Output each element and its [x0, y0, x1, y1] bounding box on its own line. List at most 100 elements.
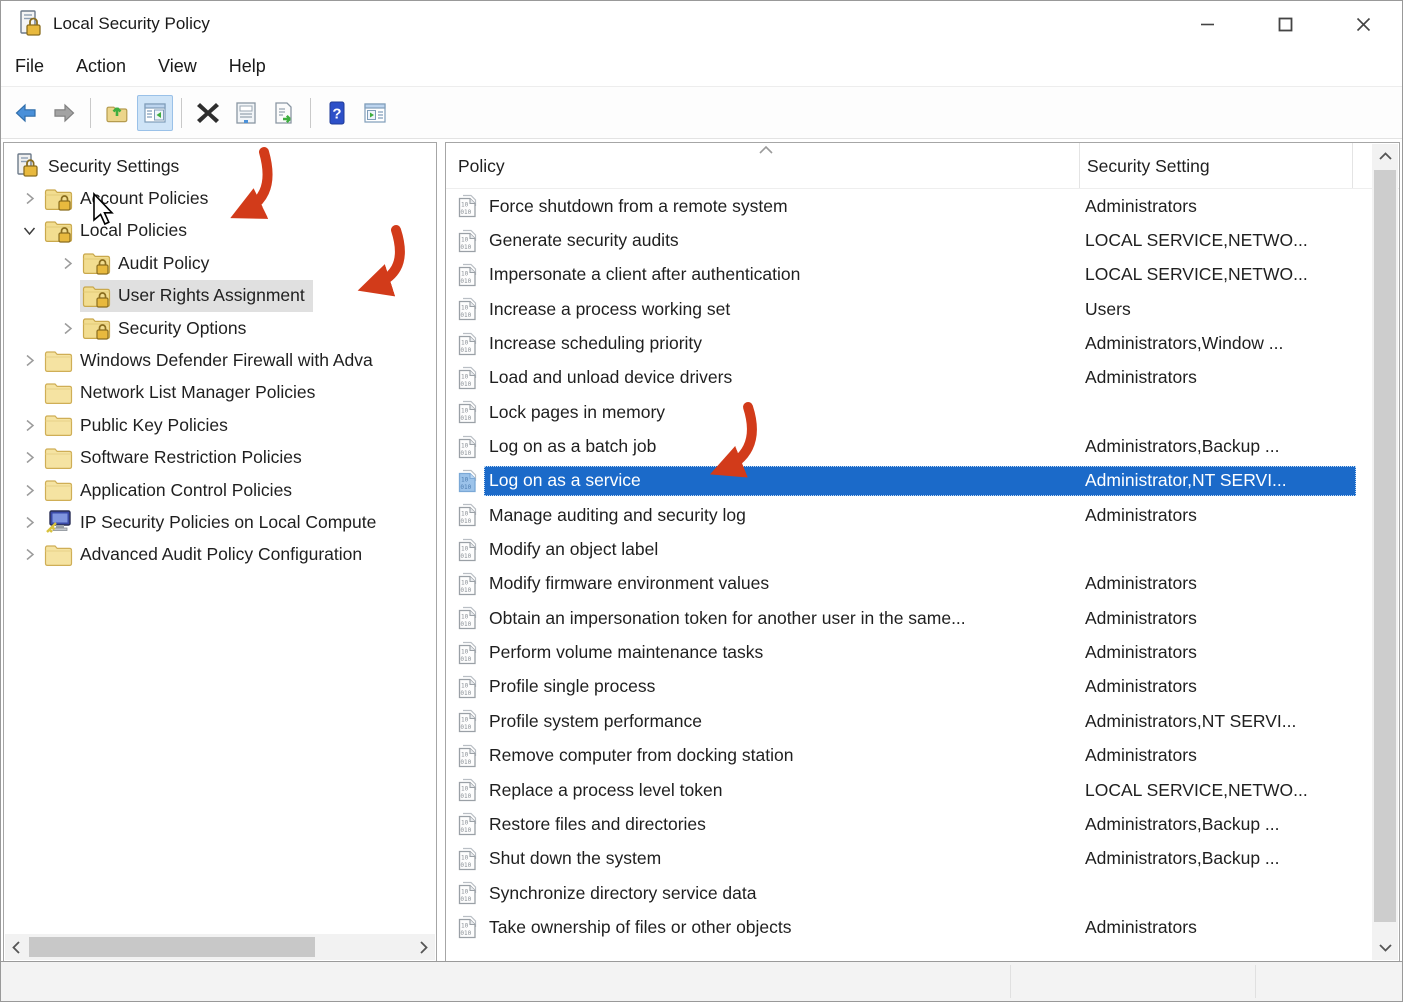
policy-row-modify-an-object-label[interactable]: 10 010 Modify an object label [446, 532, 1399, 566]
column-divider[interactable] [1079, 143, 1080, 188]
expander-icon[interactable] [54, 320, 80, 336]
policy-row-obtain-an-impersonation-token-for-anothe[interactable]: 10 010 Obtain an impersonation token for… [446, 601, 1399, 635]
svg-text:010: 010 [460, 244, 471, 251]
scroll-right-icon[interactable] [413, 934, 435, 960]
new-window-button[interactable] [357, 95, 393, 131]
close-button[interactable] [1324, 1, 1402, 47]
column-header-policy[interactable]: Policy [458, 156, 505, 177]
folder-icon [44, 415, 73, 437]
policy-row-shut-down-the-system[interactable]: 10 010 Shut down the system Administrato… [446, 842, 1399, 876]
policy-row-log-on-as-a-batch-job[interactable]: 10 010 Log on as a batch job Administrat… [446, 429, 1399, 463]
back-button[interactable] [8, 95, 44, 131]
help-button[interactable]: ? [319, 95, 355, 131]
tree-item-windows-defender-firewall-with-adva[interactable]: Windows Defender Firewall with Adva [4, 344, 436, 376]
policy-row-force-shutdown-from-a-remote-system[interactable]: 10 010 Force shutdown from a remote syst… [446, 189, 1399, 223]
menu-action[interactable]: Action [76, 56, 126, 77]
menu-help[interactable]: Help [229, 56, 266, 77]
policy-row-generate-security-audits[interactable]: 10 010 Generate security audits LOCAL SE… [446, 223, 1399, 257]
expander-icon[interactable] [16, 223, 42, 239]
svg-text:10: 10 [461, 923, 469, 930]
policy-document-icon: 10 010 [458, 229, 477, 252]
policy-row-impersonate-a-client-after-authenticatio[interactable]: 10 010 Impersonate a client after authen… [446, 258, 1399, 292]
expander-icon[interactable] [16, 547, 42, 563]
policy-document-icon: 10 010 [458, 572, 477, 596]
tree-item-application-control-policies[interactable]: Application Control Policies [4, 474, 436, 506]
policy-row-lock-pages-in-memory[interactable]: 10 010 Lock pages in memory [446, 395, 1399, 429]
policy-row-manage-auditing-and-security-log[interactable]: 10 010 Manage auditing and security log … [446, 498, 1399, 532]
expander-icon[interactable] [16, 417, 42, 433]
app-icon [20, 10, 41, 36]
policy-row-load-and-unload-device-drivers[interactable]: 10 010 Load and unload device drivers Ad… [446, 361, 1399, 395]
policy-row-restore-files-and-directories[interactable]: 10 010 Restore files and directories Adm… [446, 807, 1399, 841]
tree-item-advanced-audit-policy-configuration[interactable]: Advanced Audit Policy Configuration [4, 539, 436, 571]
export-list-button[interactable] [266, 95, 302, 131]
policy-row-remove-computer-from-docking-station[interactable]: 10 010 Remove computer from docking stat… [446, 739, 1399, 773]
scrollbar-thumb[interactable] [29, 937, 315, 957]
show-hide-console-tree-button[interactable] [137, 94, 173, 131]
policy-row-take-ownership-of-files-or-other-objects[interactable]: 10 010 Take ownership of files or other … [446, 910, 1399, 944]
expander-icon[interactable] [16, 353, 42, 369]
tree-item-account-policies[interactable]: Account Policies [4, 182, 436, 214]
maximize-button[interactable] [1246, 1, 1324, 47]
column-header-security-setting[interactable]: Security Setting [1087, 156, 1210, 177]
policy-row-perform-volume-maintenance-tasks[interactable]: 10 010 Perform volume maintenance tasks … [446, 635, 1399, 669]
svg-text:010: 010 [460, 827, 471, 834]
properties-button[interactable] [228, 95, 264, 131]
policy-row-synchronize-directory-service-data[interactable]: 10 010 Synchronize directory service dat… [446, 876, 1399, 910]
list-vertical-scrollbar[interactable] [1372, 144, 1398, 960]
policy-row-profile-system-performance[interactable]: 10 010 Profile system performance Admini… [446, 704, 1399, 738]
policy-row-log-on-as-a-service[interactable]: 10 010 Log on as a service Administrator… [446, 464, 1399, 498]
sort-ascending-icon [759, 145, 773, 154]
policy-row-replace-a-process-level-token[interactable]: 10 010 Replace a process level token LOC… [446, 773, 1399, 807]
expander-icon[interactable] [16, 191, 42, 207]
svg-text:10: 10 [461, 614, 469, 621]
menu-file[interactable]: File [15, 56, 44, 77]
security-setting: Administrators [1085, 745, 1197, 766]
scroll-down-icon[interactable] [1372, 936, 1398, 960]
tree-item-security-settings[interactable]: Security Settings [4, 150, 436, 182]
scrollbar-thumb[interactable] [1374, 170, 1396, 922]
tree-item-ip-security-policies-on-local-compute[interactable]: IP Security Policies on Local Compute [4, 506, 436, 538]
tree-item-public-key-policies[interactable]: Public Key Policies [4, 409, 436, 441]
policy-row-modify-firmware-environment-values[interactable]: 10 010 Modify firmware environment value… [446, 567, 1399, 601]
expander-icon[interactable] [16, 450, 42, 466]
expander-icon[interactable] [16, 482, 42, 498]
column-divider[interactable] [1352, 143, 1353, 188]
up-one-level-button[interactable] [99, 95, 135, 131]
expander-icon[interactable] [54, 255, 80, 271]
toolbar-separator [90, 97, 91, 128]
svg-text:10: 10 [461, 579, 469, 586]
tree-horizontal-scrollbar[interactable] [5, 934, 435, 960]
close-icon [1356, 17, 1370, 31]
menu-view[interactable]: View [158, 56, 197, 77]
security-setting: LOCAL SERVICE,NETWO... [1085, 230, 1308, 251]
tree-item-security-options[interactable]: Security Options [4, 312, 436, 344]
console-tree-pane: Security Settings Account Policies Local… [3, 142, 437, 962]
svg-text:010: 010 [460, 930, 471, 937]
policy-document-icon: 10 010 [458, 607, 477, 630]
minimize-button[interactable] [1168, 1, 1246, 47]
expander-icon[interactable] [16, 514, 42, 530]
policy-row-profile-single-process[interactable]: 10 010 Profile single process Administra… [446, 670, 1399, 704]
svg-text:010: 010 [460, 484, 471, 491]
tree-item-software-restriction-policies[interactable]: Software Restriction Policies [4, 442, 436, 474]
delete-button[interactable] [190, 95, 226, 131]
svg-text:10: 10 [461, 202, 469, 209]
back-icon [15, 103, 36, 122]
tree-item-user-rights-assignment[interactable]: User Rights Assignment [4, 279, 436, 312]
tree-item-label: IP Security Policies on Local Compute [80, 511, 377, 532]
policy-row-increase-a-process-working-set[interactable]: 10 010 Increase a process working set Us… [446, 292, 1399, 326]
tree-item-network-list-manager-policies[interactable]: Network List Manager Policies [4, 377, 436, 409]
forward-button[interactable] [46, 95, 82, 131]
scroll-up-icon[interactable] [1372, 144, 1398, 168]
security-setting: Administrators [1085, 504, 1197, 525]
policy-name: Log on as a service [489, 470, 641, 491]
tree-item-local-policies[interactable]: Local Policies [4, 215, 436, 247]
tree-item-audit-policy[interactable]: Audit Policy [4, 247, 436, 279]
policy-row-increase-scheduling-priority[interactable]: 10 010 Increase scheduling priority Admi… [446, 326, 1399, 360]
maximize-icon [1278, 17, 1292, 31]
list-header: Policy Security Setting [446, 143, 1399, 189]
menu-bar: File Action View Help [1, 47, 1402, 87]
scroll-left-icon[interactable] [5, 934, 27, 960]
svg-text:10: 10 [461, 408, 469, 415]
